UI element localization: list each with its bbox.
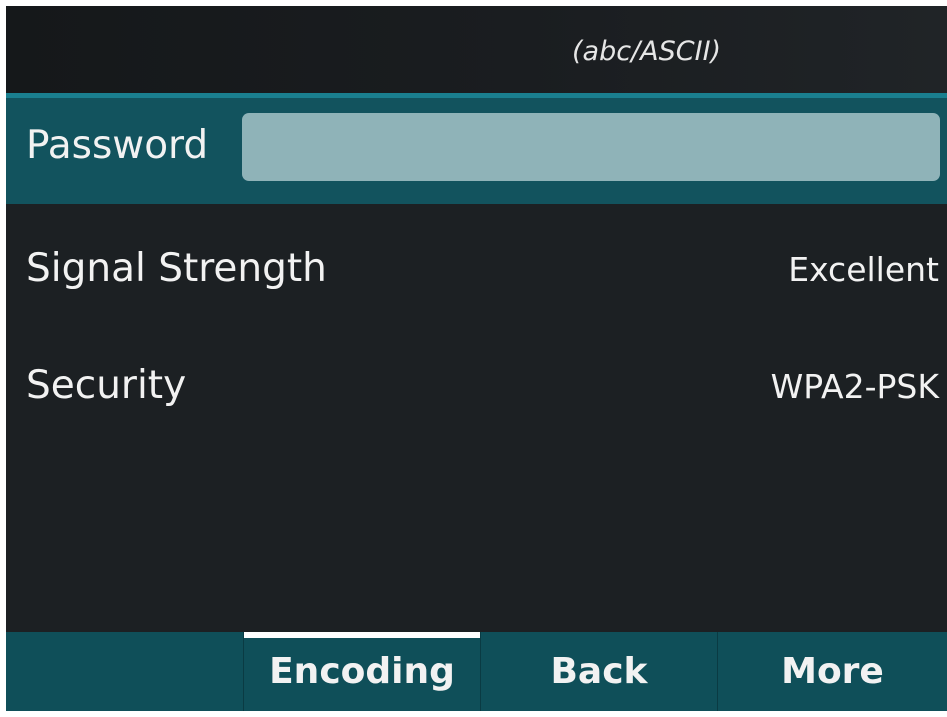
more-button-label: More: [781, 651, 884, 692]
softkey-bar: Encoding Back More: [6, 632, 947, 711]
selected-indicator: [244, 632, 480, 638]
password-label: Password: [26, 123, 209, 168]
more-button[interactable]: More: [717, 632, 947, 711]
phone-screen: (abc/ASCII) Password Signal Strength Exc…: [6, 6, 947, 711]
encoding-button-label: Encoding: [269, 651, 455, 692]
input-mode-indicator: (abc/ASCII): [572, 36, 722, 67]
back-button-label: Back: [550, 651, 648, 692]
signal-strength-label: Signal Strength: [26, 246, 327, 291]
password-row: Password: [6, 93, 947, 204]
encoding-button[interactable]: Encoding: [243, 632, 480, 711]
header-bar: (abc/ASCII): [6, 6, 947, 93]
back-button[interactable]: Back: [480, 632, 717, 711]
security-label: Security: [26, 363, 187, 408]
password-input[interactable]: [242, 113, 940, 181]
security-row: Security WPA2-PSK: [6, 355, 947, 415]
softkey-empty[interactable]: [6, 632, 243, 711]
signal-strength-row: Signal Strength Excellent: [6, 238, 947, 298]
security-value: WPA2-PSK: [770, 367, 939, 406]
signal-strength-value: Excellent: [788, 250, 939, 289]
